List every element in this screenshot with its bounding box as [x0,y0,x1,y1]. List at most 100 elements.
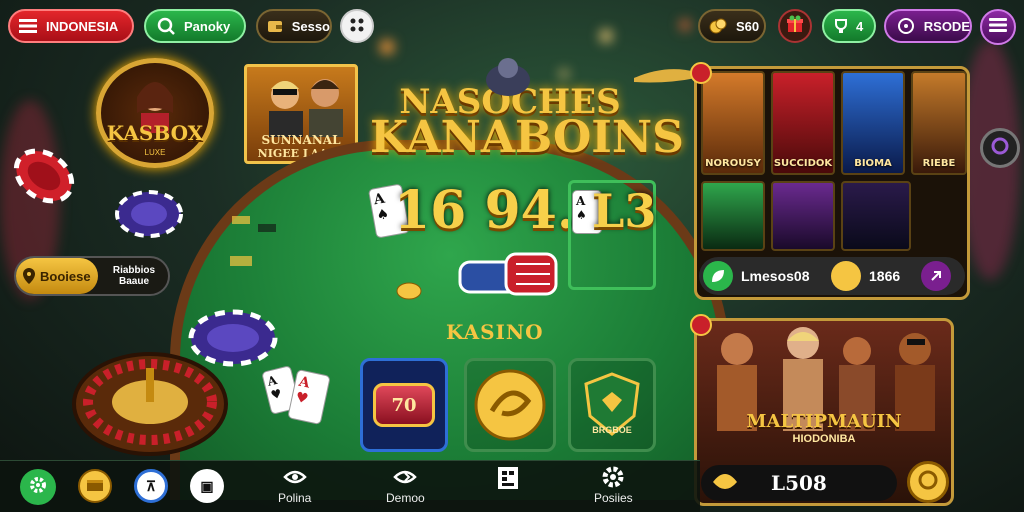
nav-item-polina-label: Polina [278,491,312,505]
search-label: RSODE [923,18,970,34]
coin-icon [831,261,861,291]
red-chip-icon [13,148,75,204]
feature-title: MALTIPMAUIN [746,411,902,432]
gold-coin-icon [396,282,422,300]
poster-characters-icon [269,79,343,137]
coins-button[interactable]: S60 [698,9,766,43]
side-info-label: Booiese [40,268,91,284]
game-thumb-1-label: NOROUSY [705,158,761,169]
game-thumb-3[interactable]: BIOMA [841,71,905,175]
game-thumb-6[interactable] [771,181,835,251]
account-button[interactable]: Panoky [144,9,246,43]
game-thumb-2-label: SUCCIDOK [773,158,833,169]
gear-icon [28,475,48,500]
coin-tile[interactable] [464,358,556,452]
list-icon [498,467,518,489]
bet-number-display: 16 94. [394,180,575,241]
level-label: 4 [856,18,864,34]
hot-badge-icon [690,62,712,84]
game-thumb-7[interactable] [841,181,911,251]
mail-button[interactable]: ▣ [190,469,224,503]
country-selector[interactable]: INDONESIA [8,9,134,43]
game-thumb-3-label: BIOMA [854,158,892,169]
crest-tile-label: BRGBOE [592,425,632,435]
nav-item-demoo[interactable]: Demoo [386,465,425,505]
nav-item-demoo-label: Demoo [386,491,425,505]
table-markings [230,216,276,266]
grid-menu-button[interactable] [340,9,374,43]
kasbox-badge-subtitle: LUXE [144,148,166,157]
games-panel-footer: Lmesos08 1866 [699,257,965,295]
game-thumb-4-label: RIEBE [922,158,956,169]
bottom-nav: ⊼ ▣ Polina Demoo Posiies [0,460,700,512]
table-chip-icon [188,309,278,367]
treasure-chest-icon [86,476,104,497]
grid-icon [349,17,365,36]
nav-item-posiies[interactable]: Posiies [594,465,633,505]
eye-icon [282,470,307,484]
feature-amount-box: L508 [701,465,897,501]
location-pin-icon [22,264,36,288]
profile-button[interactable]: ⊼ [134,469,168,503]
card-hand-tile[interactable]: A ♥ A ♥ [261,364,342,436]
slot-machine-tile[interactable]: 70 [360,358,448,452]
side-dial-button[interactable] [980,128,1020,168]
feature-badge-icon [690,314,712,336]
menu-icon [16,14,40,38]
trophy-icon [832,14,850,38]
hamburger-icon [989,17,1007,37]
gold-emblem-icon [917,469,939,496]
kasbox-badge-title: KASBOX [106,121,204,145]
nav-item-list[interactable] [496,465,520,493]
country-label: INDONESIA [46,18,119,34]
gift-icon [785,14,805,39]
game-thumb-1[interactable]: NOROUSY [701,71,765,175]
game-thumb-2[interactable]: SUCCIDOK [771,71,835,175]
feature-amount: L508 [771,471,827,495]
hand-card-2: A ♥ [287,369,331,425]
level-button[interactable]: 4 [822,9,876,43]
kasbox-promo-badge[interactable]: KASBOX LUXE [96,58,214,168]
leaf-icon [703,261,733,291]
settings-gear-button[interactable] [20,469,56,505]
gold-bag-icon [711,470,739,497]
crest-tile[interactable]: BRGBOE [568,358,656,452]
main-menu-button[interactable] [980,9,1016,45]
side-info-pill[interactable]: Booiese Riabbios Baaue [14,256,170,296]
dial-icon [990,136,1010,161]
account-label: Panoky [184,18,231,34]
treasure-button[interactable] [78,469,112,503]
table-label: KASINO [446,320,544,344]
balance-button[interactable]: Sesso [256,9,332,43]
feature-play-button[interactable] [907,461,949,503]
chip-stack-icon [458,252,558,296]
feature-subtitle: HIODONIBA [792,433,856,445]
side-info-value: Riabbios Baaue [112,265,156,287]
gift-button[interactable] [778,9,812,43]
bet-number-secondary: L3 [592,184,657,238]
feature-panel[interactable]: MALTIPMAUIN HIODONIBA L508 [694,318,954,506]
games-footer-left: Lmesos08 [741,268,810,284]
game-thumb-5[interactable] [701,181,765,251]
balance-label: Sesso [291,18,330,34]
cue-stick-icon [634,69,696,83]
search-button[interactable]: RSODE [884,9,972,43]
profile-icon: ⊼ [145,477,157,494]
games-footer-right: 1866 [869,268,901,284]
game-title-line2: KANABOINS [370,112,684,163]
settings-icon [602,466,624,488]
coins-label: S60 [736,18,760,34]
nav-item-posiies-label: Posiies [594,491,633,505]
search-icon [154,14,178,38]
view-icon [393,470,418,484]
purple-chip-icon [115,190,183,238]
wallet-icon [264,14,286,38]
game-thumb-4[interactable]: RIEBE [911,71,967,175]
mascot-icon [486,58,530,96]
nav-item-polina[interactable]: Polina [278,465,311,505]
games-panel: NOROUSY SUCCIDOK BIOMA RIEBE Lmesos08 18… [694,66,970,300]
arrow-right-icon[interactable] [921,261,951,291]
coins-icon [706,14,730,38]
chat-search-icon [894,14,918,38]
gold-token-icon [474,369,546,441]
